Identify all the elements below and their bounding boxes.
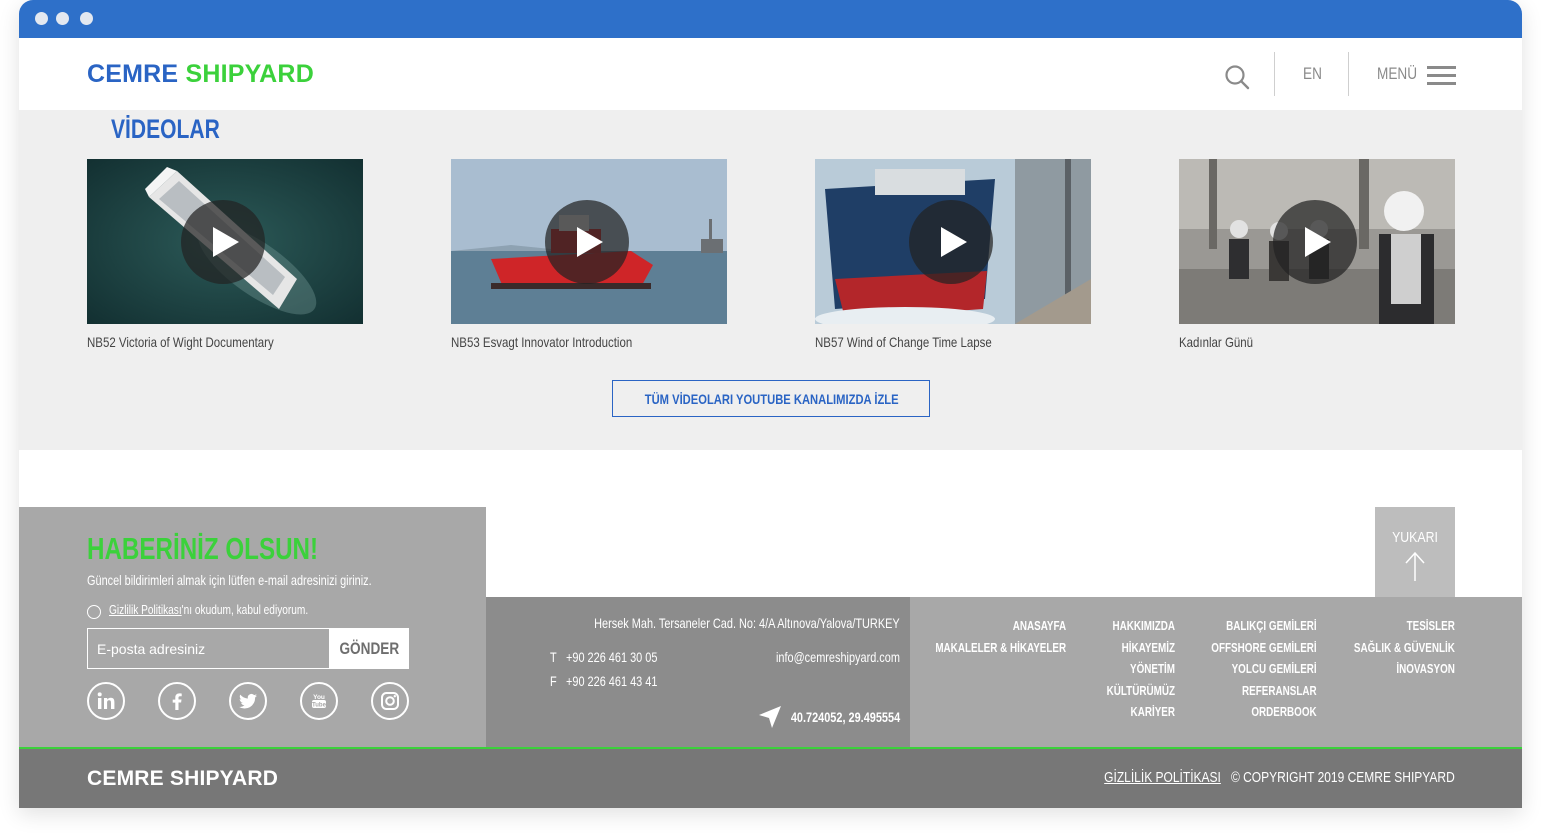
video-thumbnail[interactable] bbox=[451, 159, 727, 324]
play-icon[interactable] bbox=[909, 200, 993, 284]
search-icon[interactable] bbox=[1224, 64, 1250, 90]
menu-label[interactable]: MENÜ bbox=[1377, 64, 1417, 84]
footer-link[interactable]: TESİSLER bbox=[1354, 615, 1455, 637]
contact-panel: Hersek Mah. Tersaneler Cad. No: 4/A Altı… bbox=[486, 597, 910, 747]
instagram-icon[interactable] bbox=[371, 682, 409, 720]
footer-link[interactable]: YOLCU GEMİLERİ bbox=[1212, 658, 1317, 680]
videos-section: VİDEOLAR NB52 Victoria of Wight Document… bbox=[19, 110, 1522, 450]
address-text: Hersek Mah. Tersaneler Cad. No: 4/A Altı… bbox=[594, 615, 900, 631]
browser-window: CEMRE SHIPYARD EN MENÜ VİDEOLAR NB52 Vic… bbox=[19, 0, 1522, 808]
send-button[interactable]: GÖNDER bbox=[330, 628, 409, 669]
video-thumbnail[interactable] bbox=[87, 159, 363, 324]
footer-link[interactable]: BALIKÇI GEMİLERİ bbox=[1212, 615, 1317, 637]
site-logo[interactable]: CEMRE SHIPYARD bbox=[87, 60, 314, 89]
footer-col-2: HAKKIMIZDA HİKAYEMİZ YÖNETİM KÜLTÜRÜMÜZ … bbox=[1085, 615, 1175, 723]
phone-label: T bbox=[550, 649, 557, 665]
coordinates[interactable]: 40.724052, 29.495554 bbox=[791, 709, 900, 725]
footer-link[interactable]: MAKALELER & HİKAYELER bbox=[935, 637, 1066, 659]
footer-col-4: TESİSLER SAĞLIK & GÜVENLİK İNOVASYON bbox=[1322, 615, 1455, 680]
consent-text: Gizlilik Politikası'nı okudum, kabul edi… bbox=[109, 602, 309, 617]
video-caption[interactable]: NB52 Victoria of Wight Documentary bbox=[87, 334, 313, 350]
play-icon[interactable] bbox=[1273, 200, 1357, 284]
svg-text:You: You bbox=[313, 694, 325, 701]
footer-link[interactable]: KARİYER bbox=[1107, 701, 1175, 723]
header-divider bbox=[1348, 52, 1349, 96]
video-card[interactable]: Kadınlar Günü bbox=[1179, 159, 1455, 350]
footer-link[interactable]: YÖNETİM bbox=[1107, 658, 1175, 680]
footer-link[interactable]: SAĞLIK & GÜVENLİK bbox=[1354, 637, 1455, 659]
language-switch[interactable]: EN bbox=[1303, 64, 1322, 84]
video-card[interactable]: NB52 Victoria of Wight Documentary bbox=[87, 159, 363, 350]
consent-radio[interactable] bbox=[87, 605, 101, 619]
youtube-icon[interactable]: You Tube bbox=[300, 682, 338, 720]
footer-link[interactable]: KÜLTÜRÜMÜZ bbox=[1107, 680, 1175, 702]
contact-email[interactable]: info@cemreshipyard.com bbox=[776, 649, 900, 665]
footer-links: ANASAYFA MAKALELER & HİKAYELER HAKKIMIZD… bbox=[910, 597, 1522, 747]
footer-col-1: ANASAYFA MAKALELER & HİKAYELER bbox=[894, 615, 1066, 658]
newsletter-title: HABERİNİZ OLSUN! bbox=[87, 531, 319, 566]
video-caption[interactable]: NB57 Wind of Change Time Lapse bbox=[815, 334, 1041, 350]
play-icon[interactable] bbox=[181, 200, 265, 284]
header-divider bbox=[1274, 52, 1275, 96]
email-input[interactable] bbox=[87, 628, 330, 669]
footer-link[interactable]: OFFSHORE GEMİLERİ bbox=[1212, 637, 1317, 659]
window-dot-close[interactable] bbox=[35, 12, 48, 25]
videos-title: VİDEOLAR bbox=[111, 114, 220, 144]
video-thumbnail[interactable] bbox=[1179, 159, 1455, 324]
window-dot-maximize[interactable] bbox=[80, 12, 93, 25]
window-titlebar bbox=[19, 0, 1522, 38]
facebook-icon[interactable] bbox=[158, 682, 196, 720]
footer-link[interactable]: REFERANSLAR bbox=[1212, 680, 1317, 702]
bottom-bar: CEMRE SHIPYARD GİZLİLİK POLİTİKASI © COP… bbox=[19, 747, 1522, 808]
footer-link[interactable]: ORDERBOOK bbox=[1212, 701, 1317, 723]
footer-logo[interactable]: CEMRE SHIPYARD bbox=[87, 767, 278, 791]
footer-link[interactable]: HİKAYEMİZ bbox=[1107, 637, 1175, 659]
play-icon[interactable] bbox=[545, 200, 629, 284]
twitter-icon[interactable] bbox=[229, 682, 267, 720]
phone-number[interactable]: +90 226 461 30 05 bbox=[566, 649, 657, 665]
privacy-link[interactable]: Gizlilik Politikası bbox=[109, 602, 182, 617]
hamburger-icon[interactable] bbox=[1427, 66, 1456, 85]
video-card[interactable]: NB57 Wind of Change Time Lapse bbox=[815, 159, 1091, 350]
privacy-policy-link[interactable]: GİZLİLİK POLİTİKASI bbox=[1104, 769, 1221, 786]
fax-number: +90 226 461 43 41 bbox=[566, 673, 658, 689]
location-arrow-icon[interactable] bbox=[758, 705, 782, 729]
back-to-top-button[interactable]: YUKARI bbox=[1375, 507, 1455, 597]
window-dot-minimize[interactable] bbox=[56, 12, 69, 25]
video-caption[interactable]: NB53 Esvagt Innovator Introduction bbox=[451, 334, 677, 350]
footer-link[interactable]: İNOVASYON bbox=[1354, 658, 1455, 680]
copyright-text: © COPYRIGHT 2019 CEMRE SHIPYARD bbox=[1231, 769, 1455, 786]
svg-text:Tube: Tube bbox=[312, 703, 327, 709]
video-caption[interactable]: Kadınlar Günü bbox=[1179, 334, 1405, 350]
newsletter-subtitle: Güncel bildirimleri almak için lütfen e-… bbox=[87, 572, 372, 588]
linkedin-icon[interactable] bbox=[87, 682, 125, 720]
footer-col-3: BALIKÇI GEMİLERİ OFFSHORE GEMİLERİ YOLCU… bbox=[1178, 615, 1317, 723]
footer-link[interactable]: HAKKIMIZDA bbox=[1107, 615, 1175, 637]
footer-link[interactable]: ANASAYFA bbox=[935, 615, 1066, 637]
youtube-channel-button[interactable]: TÜM VİDEOLARI YOUTUBE KANALIMIZDA İZLE bbox=[612, 380, 930, 417]
arrow-up-icon bbox=[1405, 551, 1425, 581]
site-header: CEMRE SHIPYARD EN MENÜ bbox=[19, 38, 1522, 110]
newsletter-panel: HABERİNİZ OLSUN! Güncel bildirimleri alm… bbox=[19, 507, 486, 747]
video-card[interactable]: NB53 Esvagt Innovator Introduction bbox=[451, 159, 727, 350]
video-thumbnail[interactable] bbox=[815, 159, 1091, 324]
fax-label: F bbox=[550, 673, 557, 689]
